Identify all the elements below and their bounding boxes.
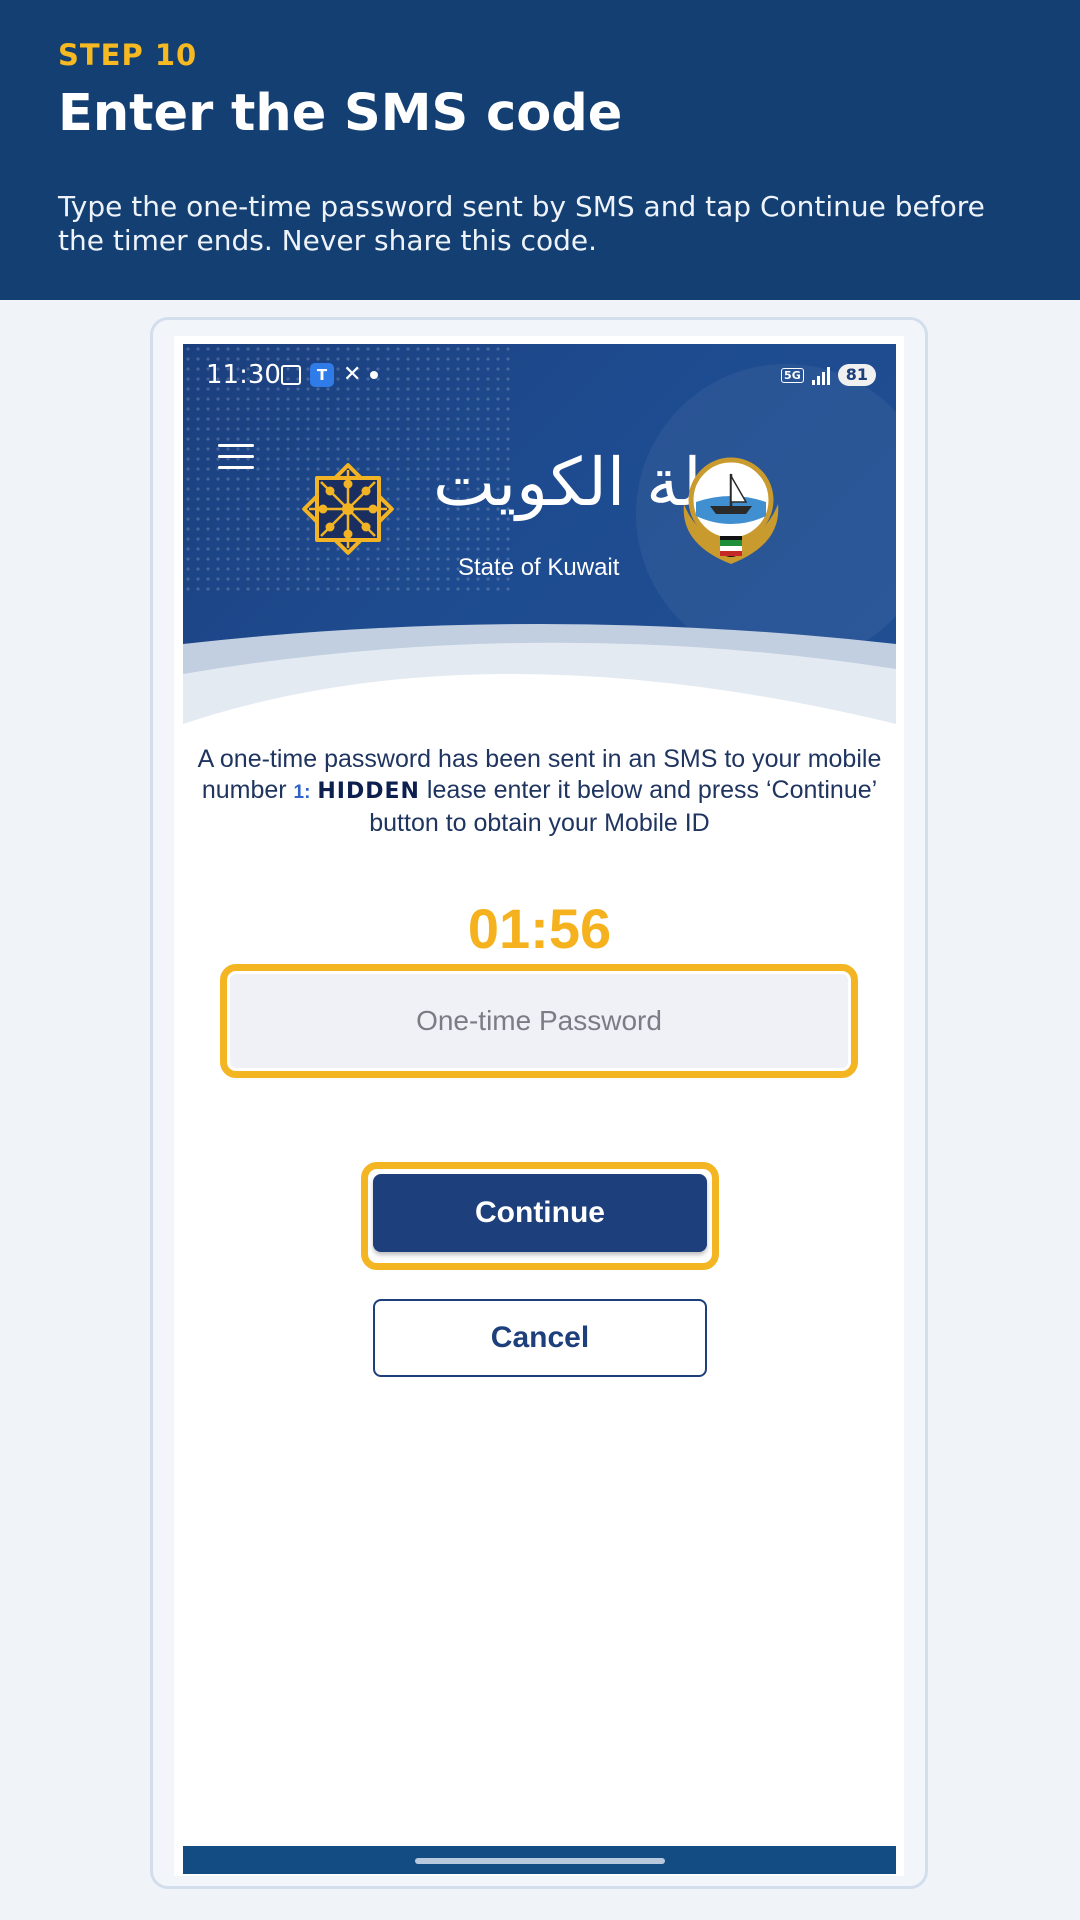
kuwait-star-logo-icon — [302, 463, 394, 555]
status-time: 11:30 — [206, 360, 281, 390]
menu-icon[interactable] — [218, 444, 254, 470]
step-label: STEP 10 — [58, 38, 198, 72]
continue-button[interactable]: Continue — [373, 1174, 707, 1252]
step-title: Enter the SMS code — [58, 84, 623, 143]
app-icon: T — [310, 362, 334, 387]
brand-english: State of Kuwait — [458, 554, 620, 581]
otp-input[interactable] — [230, 974, 848, 1068]
cancel-button[interactable]: Cancel — [373, 1299, 707, 1377]
hidden-label: HIDDEN — [317, 779, 420, 804]
dot-icon — [370, 370, 379, 379]
screenshot-icon — [281, 364, 301, 385]
x-icon: ✕ — [343, 362, 362, 387]
home-handle[interactable] — [415, 1858, 665, 1864]
signal-icon — [811, 365, 830, 385]
kuwait-emblem-icon — [683, 457, 779, 564]
status-icons-left: T ✕ — [281, 362, 379, 387]
app-header: 11:30 T ✕ 5G 81 دولة الكويت State of Kuw… — [183, 344, 896, 774]
countdown-timer: 01:56 — [467, 897, 612, 960]
sms-message-part2: lease enter it below and press ‘Continue… — [369, 776, 878, 837]
step-instruction: Type the one-time password sent by SMS a… — [58, 190, 985, 257]
network-badge: 5G — [781, 367, 804, 383]
status-icons-right: 5G 81 — [781, 364, 876, 386]
battery-icon: 81 — [837, 364, 876, 386]
phone-screen: 11:30 T ✕ 5G 81 دولة الكويت State of Kuw… — [183, 344, 896, 1874]
sms-message: A one-time password has been sent in an … — [193, 744, 886, 839]
masked-number-prefix: 1: — [293, 782, 311, 803]
instruction-banner: STEP 10 Enter the SMS code Type the one-… — [0, 0, 1080, 300]
